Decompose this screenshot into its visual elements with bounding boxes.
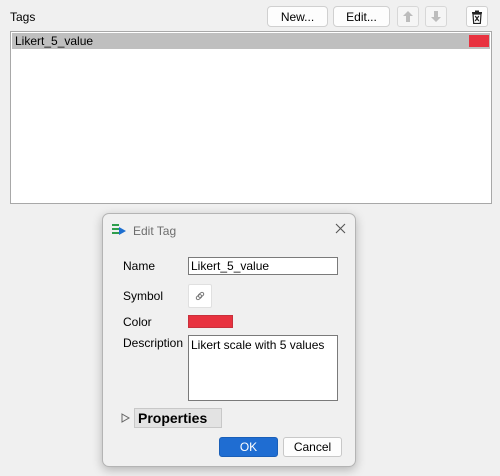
arrow-down-icon xyxy=(431,11,441,22)
tag-edit-icon xyxy=(112,224,126,235)
cancel-button[interactable]: Cancel xyxy=(283,437,342,457)
tags-label: Tags xyxy=(10,10,36,24)
delete-tag-button[interactable] xyxy=(466,6,488,27)
color-picker-button[interactable] xyxy=(188,315,233,328)
name-label: Name xyxy=(123,259,156,273)
tag-item-label: Likert_5_value xyxy=(15,34,94,48)
tag-list[interactable]: Likert_5_value xyxy=(10,31,492,204)
link-icon xyxy=(195,291,205,301)
symbol-label: Symbol xyxy=(123,289,164,303)
description-label: Description xyxy=(123,336,184,350)
ok-button[interactable]: OK xyxy=(219,437,278,457)
move-down-button[interactable] xyxy=(425,6,447,27)
move-up-button[interactable] xyxy=(397,6,419,27)
expand-triangle-icon[interactable] xyxy=(121,413,130,423)
edit-tag-button[interactable]: Edit... xyxy=(333,6,390,27)
tag-list-item[interactable]: Likert_5_value xyxy=(12,33,490,49)
close-icon[interactable] xyxy=(335,223,346,234)
properties-section-header[interactable]: Properties xyxy=(134,408,222,428)
new-tag-button[interactable]: New... xyxy=(267,6,328,27)
description-input[interactable]: Likert scale with 5 values xyxy=(188,335,338,401)
name-input[interactable] xyxy=(188,257,338,275)
trash-icon xyxy=(472,10,482,24)
dialog-title: Edit Tag xyxy=(133,224,177,238)
edit-tag-dialog: Edit Tag Name Symbol Color Description L… xyxy=(102,213,356,467)
tag-color-swatch xyxy=(469,35,489,47)
arrow-up-icon xyxy=(403,11,413,22)
color-label: Color xyxy=(123,315,152,329)
symbol-picker-button[interactable] xyxy=(188,284,212,308)
